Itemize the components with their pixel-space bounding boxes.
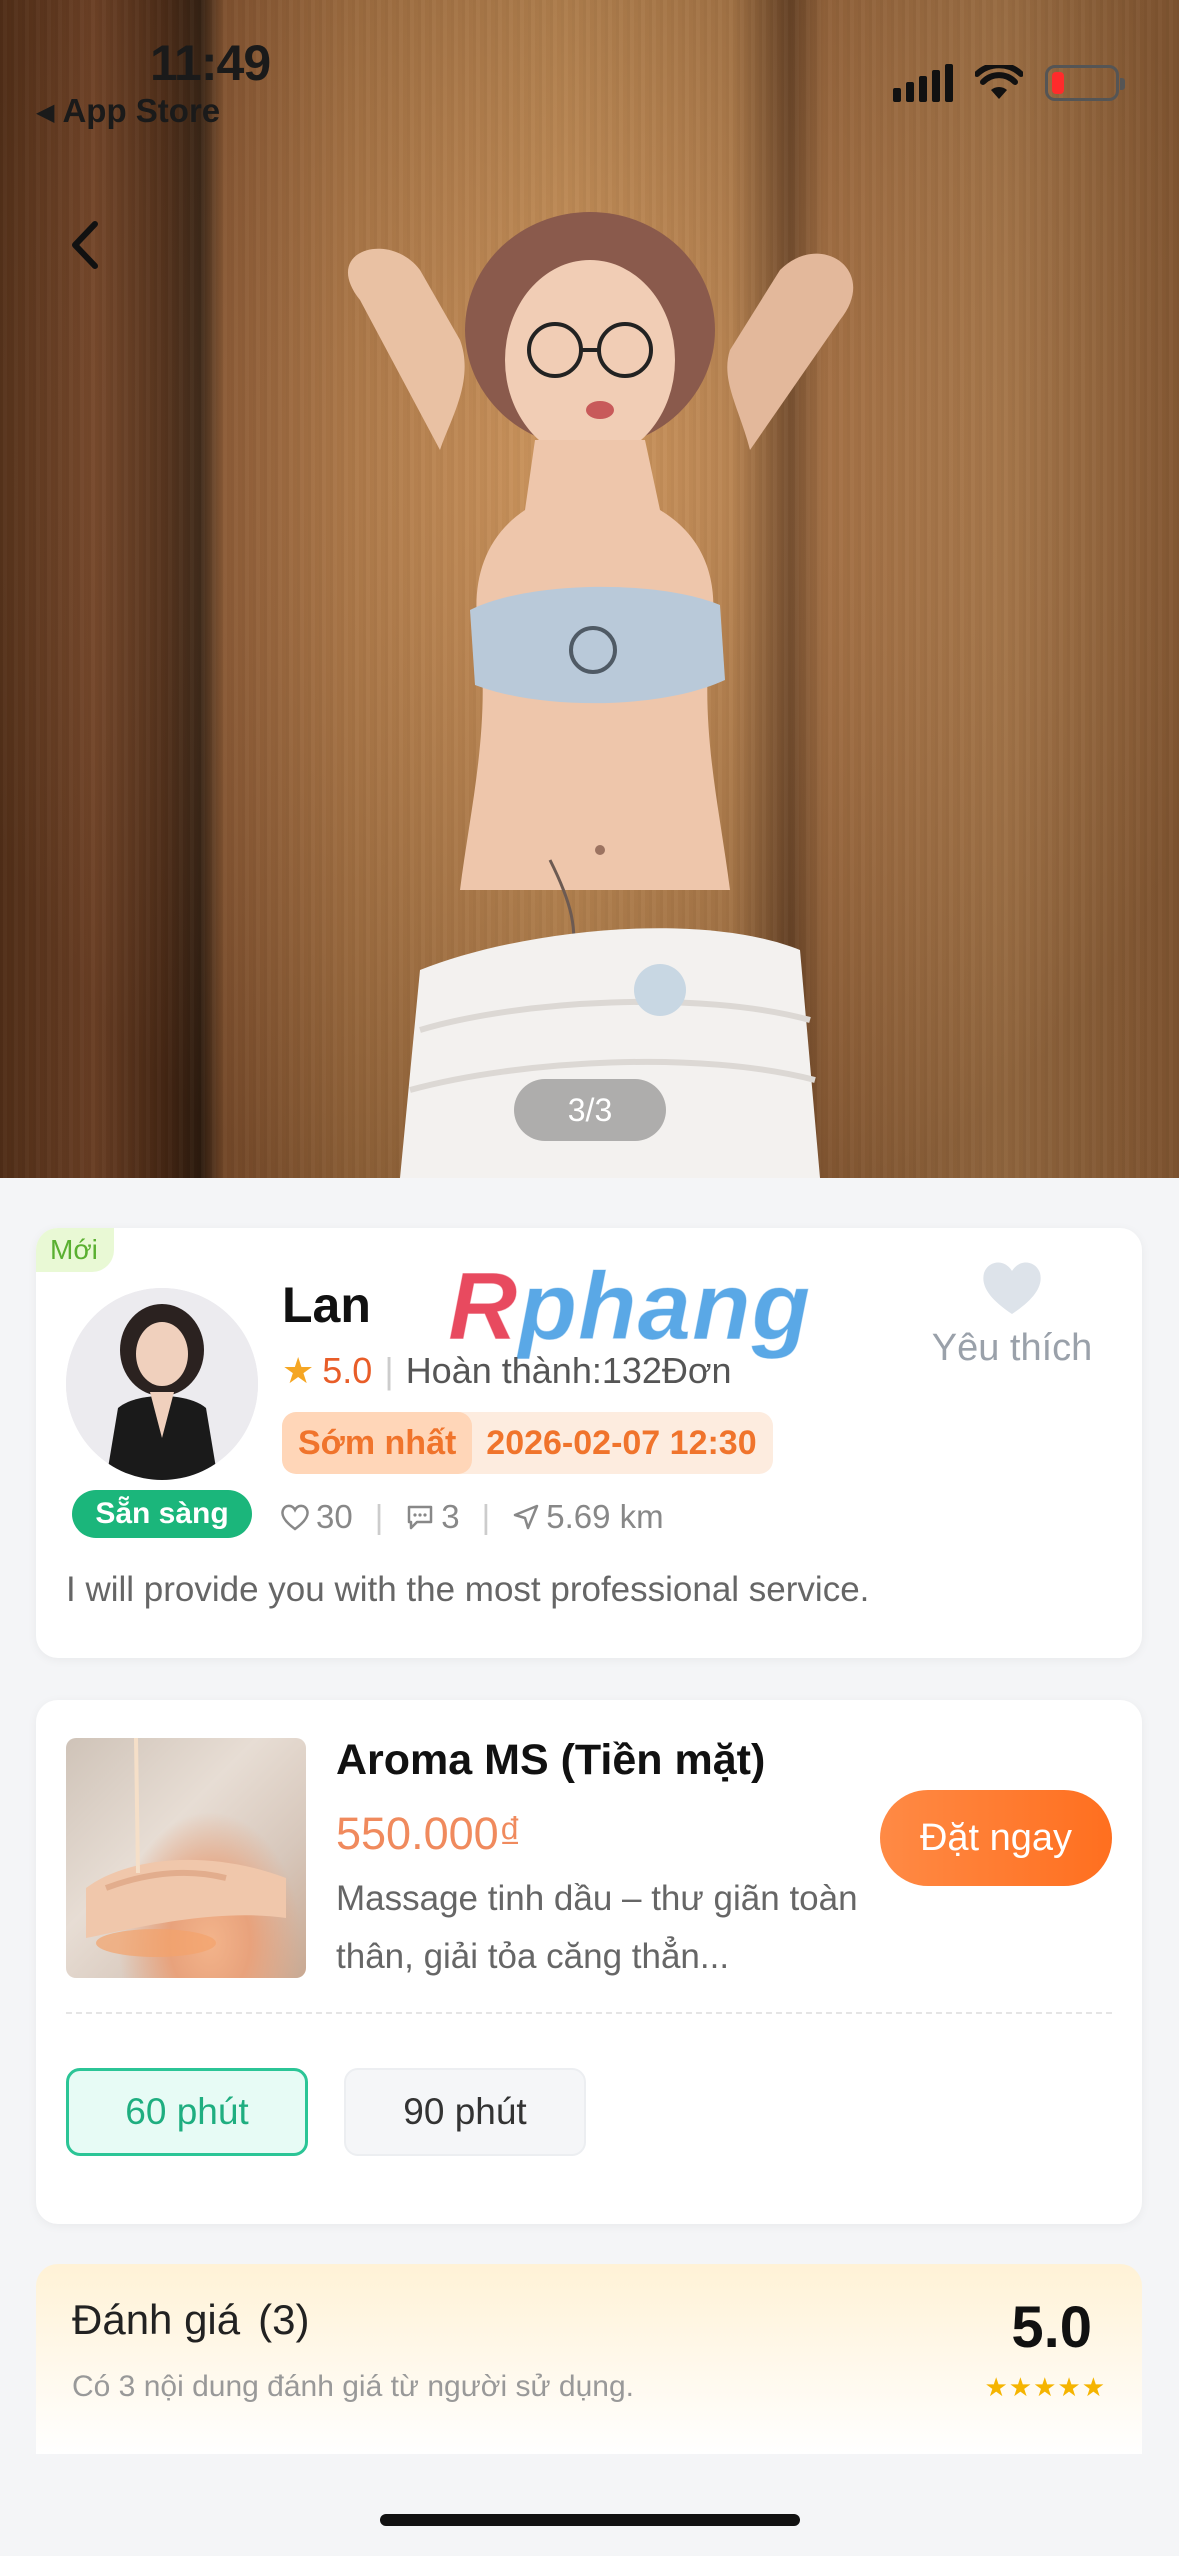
avatar-image <box>66 1288 258 1480</box>
duration-option-60[interactable]: 60 phút <box>66 2068 308 2156</box>
provider-name: Lan <box>282 1277 371 1333</box>
reviews-section[interactable]: Đánh giá (3) Có 3 nội dung đánh giá từ ng… <box>36 2264 1142 2454</box>
provider-profile-card: Mới Sẵn sàng Lan Rphang ★ 5.0 | Hoàn thà… <box>36 1228 1142 1658</box>
status-time: 11:49 <box>150 35 271 91</box>
service-title: Aroma MS (Tiền mặt) <box>336 1736 766 1784</box>
brand-watermark-logo: Rphang <box>447 1253 812 1361</box>
divider: | <box>481 1498 491 1535</box>
comments-count: 3 <box>441 1498 460 1535</box>
reviews-count: (3) <box>258 2296 310 2343</box>
back-app-label: App Store <box>62 92 221 129</box>
heart-icon <box>983 1262 1041 1314</box>
star-icon: ★ <box>282 1350 315 1391</box>
wifi-icon <box>975 65 1023 99</box>
service-description: Massage tinh dầu – thư giãn toàn thân, g… <box>336 1879 858 1976</box>
distance: 5.69 km <box>546 1498 664 1535</box>
back-button[interactable] <box>50 210 120 280</box>
model-photo <box>347 212 854 1178</box>
likes-count: 30 <box>316 1498 353 1535</box>
status-bar: 11:49 ◀ App Store <box>0 0 1179 140</box>
availability-badge: Sẵn sàng <box>72 1490 252 1538</box>
back-to-app-store[interactable]: ◀ App Store <box>36 92 220 130</box>
divider: | <box>374 1498 384 1535</box>
back-triangle-icon: ◀ <box>36 99 55 126</box>
chevron-left-icon <box>72 221 98 269</box>
location-arrow-icon <box>512 1503 540 1531</box>
signal-icon <box>893 64 953 102</box>
favorite-button[interactable]: Yêu thích <box>912 1258 1112 1370</box>
rating-value: 5.0 <box>322 1350 373 1391</box>
reviews-subtitle: Có 3 nội dung đánh giá từ người sử dụng. <box>72 2370 634 2403</box>
star-rating-icons: ★★★★★ <box>984 2372 1106 2402</box>
service-image <box>66 1738 306 1978</box>
divider: | <box>384 1350 394 1391</box>
reviews-score: 5.0 <box>1011 2295 1092 2360</box>
completed-orders: Hoàn thành:132Đơn <box>405 1350 732 1391</box>
service-card: Aroma MS (Tiền mặt) 550.000₫ Massage tin… <box>36 1700 1142 2224</box>
app-screen: 11:49 ◀ App Store 3/3 Mới Sẵn sàng Lan R… <box>0 0 1179 2556</box>
stats-row: 30 | 3 | 5.69 km <box>280 1498 664 1536</box>
heart-outline-icon <box>280 1503 310 1531</box>
earliest-label: Sớm nhất <box>282 1412 473 1474</box>
earliest-datetime: 2026-02-07 12:30 <box>486 1423 757 1462</box>
service-price: 550.000₫ <box>336 1808 522 1859</box>
photo-counter: 3/3 <box>514 1079 666 1141</box>
status-icons <box>893 64 1125 102</box>
rating-row: ★ 5.0 | Hoàn thành:132Đơn <box>282 1350 732 1392</box>
comment-icon <box>405 1503 435 1531</box>
book-now-button[interactable]: Đặt ngay <box>880 1790 1112 1886</box>
home-indicator[interactable] <box>380 2514 800 2526</box>
favorite-label: Yêu thích <box>931 1327 1093 1369</box>
avatar[interactable] <box>66 1288 258 1480</box>
dashed-divider <box>66 2012 1112 2014</box>
earliest-availability: Sớm nhất 2026-02-07 12:30 <box>282 1412 773 1474</box>
duration-option-90[interactable]: 90 phút <box>344 2068 586 2156</box>
battery-low-icon <box>1045 65 1125 101</box>
reviews-title-label: Đánh giá <box>72 2296 241 2343</box>
profile-photo-gallery[interactable]: 11:49 ◀ App Store 3/3 <box>0 0 1179 1178</box>
reviews-title: Đánh giá (3) <box>72 2296 309 2344</box>
provider-bio: I will provide you with the most profess… <box>66 1570 870 1609</box>
new-tag: Mới <box>36 1228 114 1272</box>
